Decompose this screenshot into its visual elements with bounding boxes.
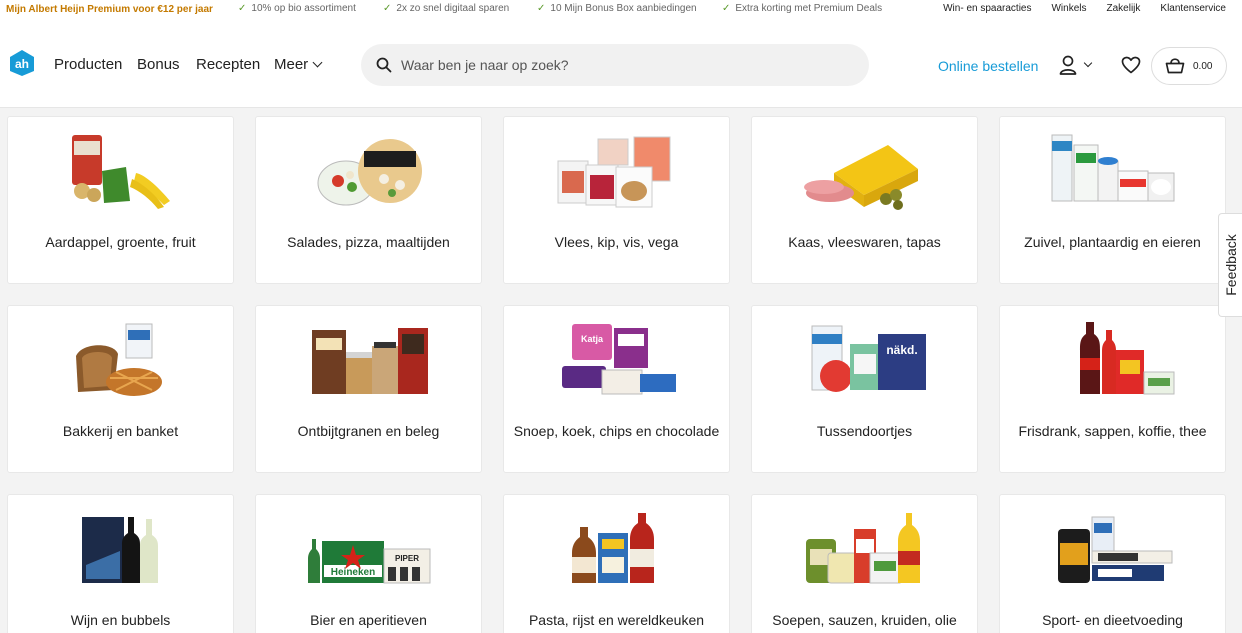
- category-label: Snoep, koek, chips en chocolade: [513, 423, 720, 439]
- drinks-image: [1079, 322, 1174, 395]
- usp-sparen: ✓ 2x zo snel digitaal sparen: [383, 3, 510, 14]
- check-icon: ✓: [722, 3, 731, 14]
- check-icon: ✓: [537, 3, 546, 14]
- soups-sauces-image: [805, 513, 920, 584]
- nav-meer-label: Meer: [274, 56, 309, 73]
- usp-premium-deals: ✓ Extra korting met Premium Deals: [722, 3, 883, 14]
- breakfast-image: [311, 328, 428, 394]
- category-ontbijtgranen-beleg[interactable]: Ontbijtgranen en beleg: [255, 305, 482, 473]
- svg-text:PIPER: PIPER: [394, 554, 418, 563]
- pasta-image: [571, 513, 654, 583]
- produce-image: [71, 135, 170, 209]
- promo-bar: Mijn Albert Heijn Premium voor €12 per j…: [0, 0, 1242, 18]
- nav-producten[interactable]: Producten: [54, 56, 122, 73]
- category-label: Soepen, sauzen, kruiden, olie: [772, 612, 957, 628]
- category-soepen-sauzen-kruiden-olie[interactable]: Soepen, sauzen, kruiden, olie: [751, 494, 978, 633]
- nav-recepten[interactable]: Recepten: [196, 56, 260, 73]
- user-icon: [1059, 55, 1077, 75]
- category-label: Salades, pizza, maaltijden: [287, 234, 450, 250]
- category-bier-aperitieven[interactable]: Heineken PIPER Bier en aperitieven: [255, 494, 482, 633]
- bakery-image: [75, 323, 162, 396]
- account-menu[interactable]: [1059, 55, 1093, 75]
- wine-image: [81, 517, 158, 583]
- svg-text:näkd.: näkd.: [886, 343, 917, 357]
- link-klantenservice[interactable]: Klantenservice: [1160, 3, 1226, 14]
- category-label: Bakkerij en banket: [62, 423, 179, 439]
- link-zakelijk[interactable]: Zakelijk: [1107, 3, 1141, 14]
- category-bakkerij-banket[interactable]: Bakkerij en banket: [7, 305, 234, 473]
- category-label: Tussendoortjes: [816, 423, 913, 439]
- category-tussendoortjes[interactable]: näkd. Tussendoortjes: [751, 305, 978, 473]
- category-pasta-rijst-wereldkeuken[interactable]: Pasta, rijst en wereldkeuken: [503, 494, 730, 633]
- main-header: ah Producten Bonus Recepten Meer Online …: [0, 18, 1242, 108]
- usp-bio: ✓ 10% op bio assortiment: [238, 3, 356, 14]
- online-bestellen-link[interactable]: Online bestellen: [938, 58, 1038, 74]
- category-label: Frisdrank, sappen, koffie, thee: [1018, 423, 1207, 439]
- search-input[interactable]: [401, 57, 841, 73]
- category-label: Pasta, rijst en wereldkeuken: [528, 612, 705, 628]
- beer-image: Heineken PIPER: [307, 539, 430, 584]
- category-label: Vlees, kip, vis, vega: [554, 234, 679, 250]
- category-kaas-vleeswaren-tapas[interactable]: Kaas, vleeswaren, tapas: [751, 116, 978, 284]
- meat-fish-image: [557, 136, 670, 208]
- salads-pizza-image: [317, 139, 422, 206]
- svg-text:ah: ah: [15, 57, 29, 71]
- cart-total: 0.00: [1193, 60, 1213, 72]
- category-label: Sport- en dieetvoeding: [1042, 612, 1183, 628]
- link-win-spaaracties[interactable]: Win- en spaaracties: [943, 3, 1031, 14]
- usp-bonus-box: ✓ 10 Mijn Bonus Box aanbiedingen: [537, 3, 697, 14]
- category-label: Zuivel, plantaardig en eieren: [1024, 234, 1201, 250]
- svg-text:Heineken: Heineken: [330, 567, 374, 578]
- top-links: Win- en spaaracties Winkels Zakelijk Kla…: [943, 3, 1226, 14]
- category-label: Kaas, vleeswaren, tapas: [788, 234, 941, 250]
- check-icon: ✓: [238, 3, 247, 14]
- category-label: Ontbijtgranen en beleg: [297, 423, 440, 439]
- ah-logo-icon[interactable]: ah: [8, 49, 36, 77]
- nav-meer[interactable]: Meer: [274, 56, 323, 73]
- search-icon: [376, 57, 392, 73]
- svg-text:Katja: Katja: [580, 334, 603, 344]
- category-label: Bier en aperitieven: [310, 612, 427, 628]
- chevron-down-icon: [312, 57, 323, 68]
- basket-icon: [1165, 58, 1185, 74]
- category-salades-pizza-maaltijden[interactable]: Salades, pizza, maaltijden: [255, 116, 482, 284]
- category-sport-dieetvoeding[interactable]: Sport- en dieetvoeding: [999, 494, 1226, 633]
- category-snoep-koek-chips-chocolade[interactable]: Katja Snoep, koek, chips en chocolade: [503, 305, 730, 473]
- check-icon: ✓: [383, 3, 392, 14]
- search-bar[interactable]: [361, 44, 869, 86]
- feedback-tab[interactable]: Feedback: [1218, 213, 1242, 317]
- nav-bonus[interactable]: Bonus: [137, 56, 180, 73]
- snack-packs-image: näkd.: [811, 325, 926, 392]
- premium-link[interactable]: Mijn Albert Heijn Premium voor €12 per j…: [6, 4, 213, 15]
- category-label: Aardappel, groente, fruit: [45, 234, 196, 250]
- chevron-down-icon: [1083, 58, 1093, 68]
- feedback-label: Feedback: [1222, 234, 1239, 296]
- category-frisdrank-sappen-koffie-thee[interactable]: Frisdrank, sappen, koffie, thee: [999, 305, 1226, 473]
- cart-button[interactable]: 0.00: [1151, 47, 1227, 85]
- category-aardappel-groente-fruit[interactable]: Aardappel, groente, fruit: [7, 116, 234, 284]
- heart-icon[interactable]: [1121, 56, 1141, 74]
- snacks-image: Katja: [561, 324, 676, 395]
- sports-nutrition-image: [1057, 516, 1172, 583]
- category-label: Wijn en bubbels: [70, 612, 171, 628]
- dairy-image: [1051, 134, 1174, 202]
- category-wijn-bubbels[interactable]: Wijn en bubbels: [7, 494, 234, 633]
- category-vlees-kip-vis-vega[interactable]: Vlees, kip, vis, vega: [503, 116, 730, 284]
- link-winkels[interactable]: Winkels: [1051, 3, 1086, 14]
- category-zuivel-plantaardig-eieren[interactable]: Zuivel, plantaardig en eieren: [999, 116, 1226, 284]
- cheese-tapas-image: [803, 145, 918, 210]
